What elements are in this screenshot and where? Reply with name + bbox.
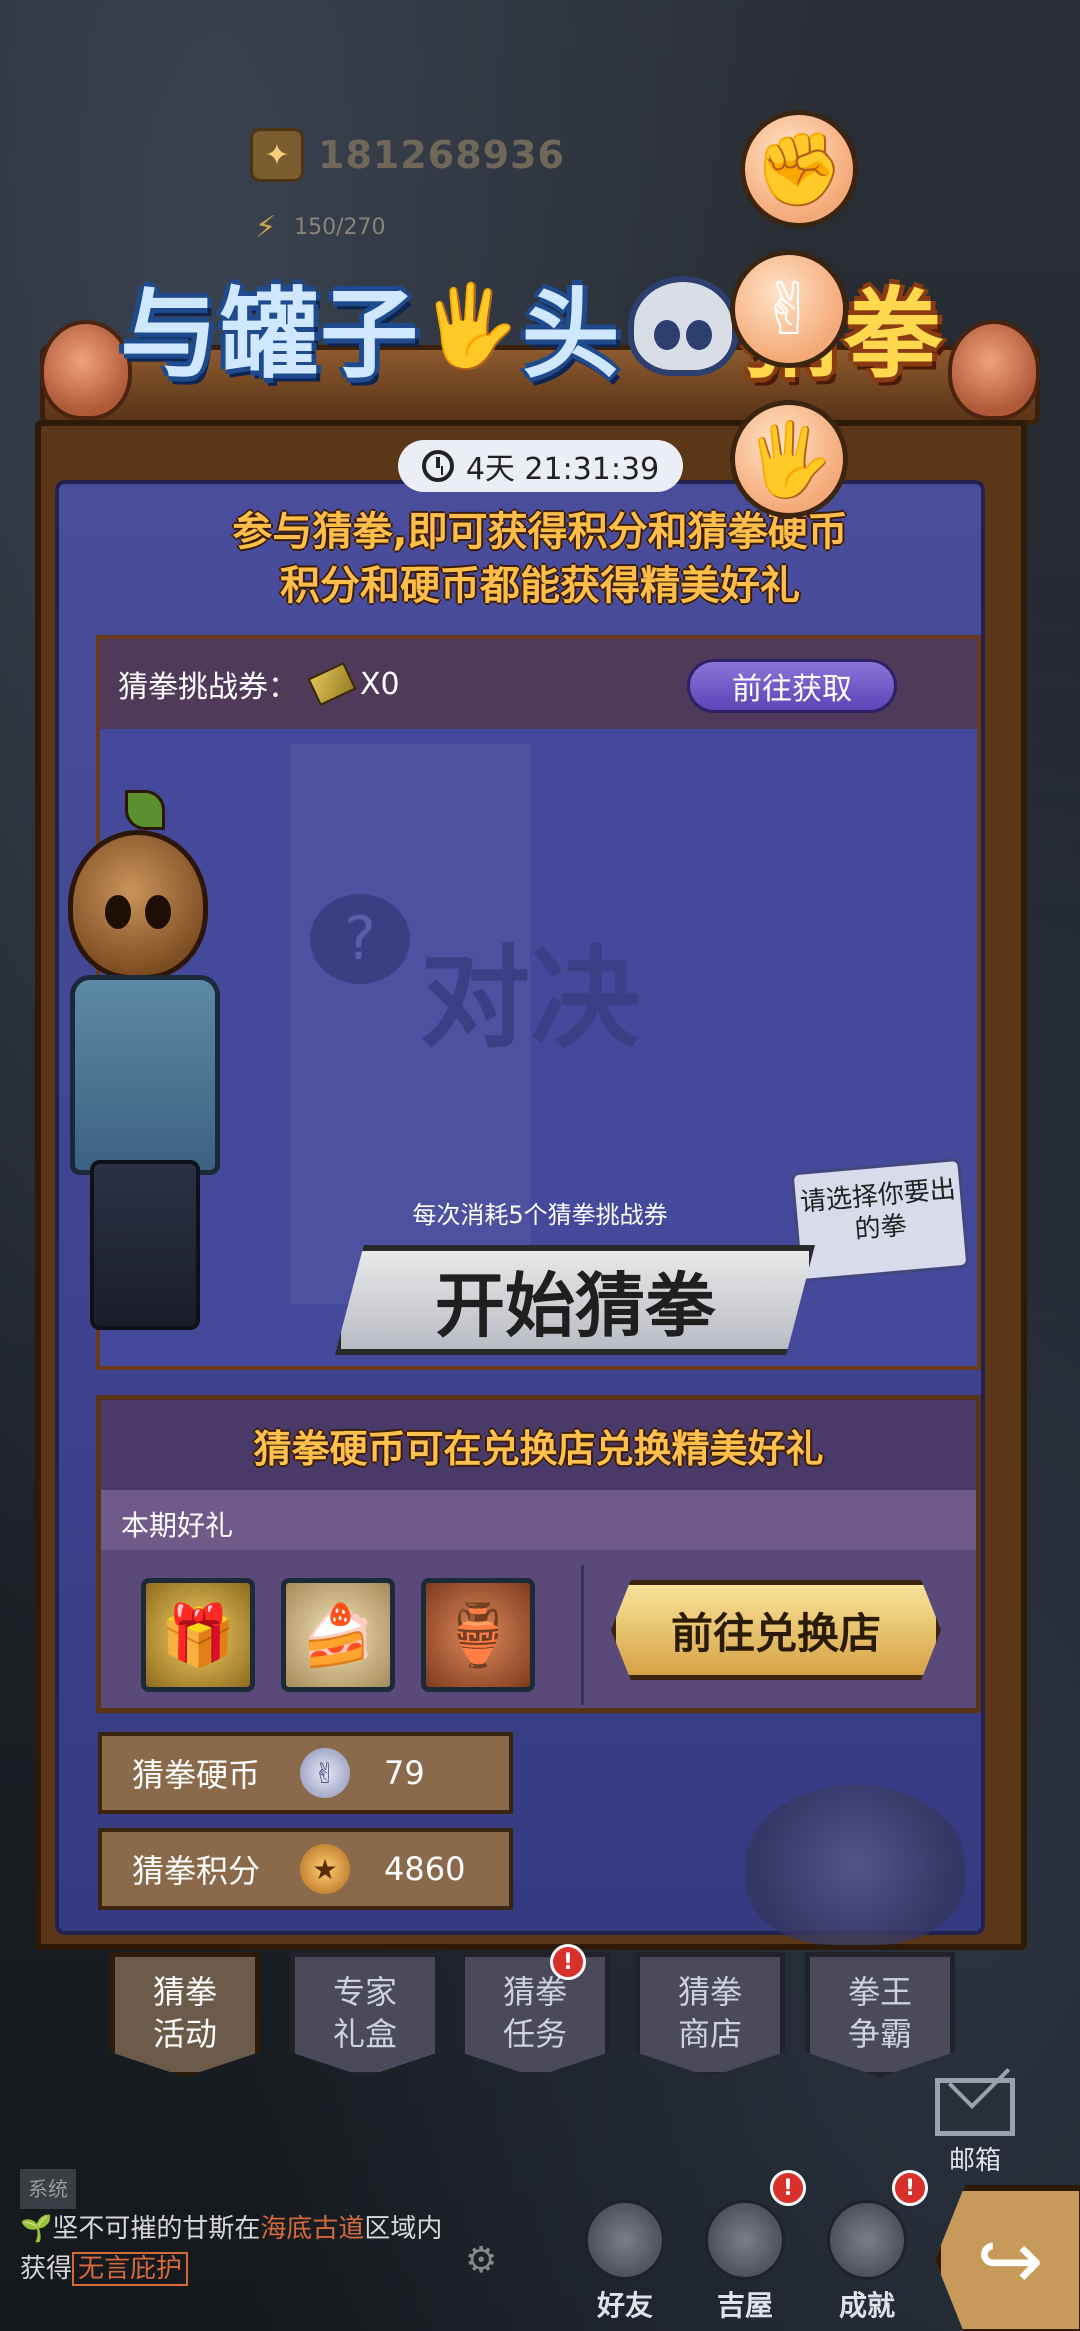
chat-item: 无言庇护: [72, 2252, 189, 2286]
character-head: [68, 830, 208, 980]
title-part-2: 头: [521, 278, 622, 392]
trophy-icon: [827, 2200, 907, 2280]
tab-label-line2: 商店: [677, 2015, 742, 2053]
intro-line-1: 参与猜拳,即可获得积分和猜拳硬币: [232, 509, 848, 555]
paper-hand-button[interactable]: 🖐: [730, 400, 848, 518]
countdown-text: 4天 21:31:39: [465, 452, 660, 487]
tab-label-line1: 专家: [332, 1973, 397, 2011]
tab-label-line1: 猜拳: [152, 1973, 217, 2011]
jar-skull-icon: [627, 276, 738, 376]
nav-achievements-label: 成就: [838, 2289, 895, 2322]
tab-label-line1: 猜拳: [677, 1973, 742, 2011]
tab-rps-tasks[interactable]: 猜拳 任务: [460, 1952, 610, 2077]
score-stat: 猜拳积分 ★ 4860: [98, 1828, 513, 1910]
chat-place: 海底古道: [260, 2214, 365, 2244]
paper-hand-icon: 🖐: [420, 279, 522, 372]
exchange-body: 🎁 🍰 🏺 前往兑换店: [101, 1550, 976, 1708]
character-body: [70, 975, 220, 1175]
get-tickets-button[interactable]: 前往获取: [687, 659, 897, 713]
exchange-header: 猜拳硬币可在兑换店兑换精美好礼: [101, 1400, 976, 1490]
tab-fist-king[interactable]: 拳王 争霸: [805, 1952, 955, 2077]
alert-badge: !: [770, 2170, 806, 2206]
tab-label-line2: 任务: [502, 2015, 567, 2053]
nav-house[interactable]: 吉屋 !: [690, 2170, 806, 2322]
tab-label-line2: 争霸: [847, 2015, 912, 2053]
gift-item-chest-icon[interactable]: 🎁: [141, 1578, 255, 1692]
friends-icon: [585, 2200, 665, 2280]
currency-display: ✦ 181268936: [250, 128, 565, 182]
coin-stat-label: 猜拳硬币: [132, 1756, 261, 1794]
jar-icon: [40, 320, 132, 420]
tab-rps-shop[interactable]: 猜拳 商店: [635, 1952, 785, 2077]
tab-bar: 猜拳 活动 专家 礼盒 猜拳 任务 猜拳 商店 拳王 争霸 !: [110, 1944, 1010, 2082]
gift-item-cake-icon[interactable]: 🍰: [281, 1578, 395, 1692]
countdown-timer: 4天 21:31:39: [398, 440, 683, 492]
house-icon: [705, 2200, 785, 2280]
alert-badge: !: [892, 2170, 928, 2206]
tab-label-line2: 礼盒: [332, 2015, 397, 2053]
nav-friends[interactable]: 好友: [570, 2200, 680, 2322]
clock-icon: [421, 450, 454, 482]
mail-button[interactable]: 邮箱: [930, 2078, 1020, 2177]
scissors-hand-button[interactable]: ✌: [730, 250, 848, 368]
decorative-jar: [745, 1785, 965, 1945]
sprout-icon: [125, 790, 165, 830]
duel-watermark: 对决: [420, 935, 640, 1063]
sprout-icon: 🌱: [20, 2214, 53, 2244]
tab-rps-event[interactable]: 猜拳 活动: [110, 1952, 260, 2077]
coin-icon: ✦: [250, 128, 304, 182]
intro-line-2: 积分和硬币都能获得精美好礼: [280, 563, 800, 609]
ticket-label: 猜拳挑战券：: [118, 670, 298, 705]
system-chat[interactable]: 系统 🌱坚不可摧的甘斯在海底古道区域内获得 无言庇护: [20, 2168, 460, 2289]
title-part-1: 与罐子: [120, 278, 421, 392]
start-button[interactable]: 开始猜拳: [335, 1245, 815, 1355]
rock-hand-button[interactable]: ✊: [740, 110, 858, 228]
chat-prefix: 坚不可摧的甘斯在: [52, 2214, 261, 2244]
jar-icon: [948, 320, 1040, 420]
alert-badge: !: [550, 1944, 586, 1980]
intro-text: 参与猜拳,即可获得积分和猜拳硬币 积分和硬币都能获得精美好礼: [100, 505, 980, 613]
rps-coin-icon: ✌: [300, 1748, 351, 1798]
tab-expert-giftbox[interactable]: 专家 礼盒: [290, 1952, 440, 2077]
score-stat-label: 猜拳积分: [132, 1852, 261, 1890]
mail-label: 邮箱: [948, 2146, 1001, 2176]
currency-value: 181268936: [318, 133, 565, 177]
nav-friends-label: 好友: [596, 2289, 653, 2322]
tab-label-line1: 猜拳: [502, 1973, 567, 2011]
score-stat-value: 4860: [384, 1850, 466, 1888]
jarhead-character: [40, 790, 290, 1350]
forward-arrow-button[interactable]: ↪: [935, 2185, 1080, 2331]
gift-item-jar-icon[interactable]: 🏺: [421, 1578, 535, 1692]
mystery-hand-icon: ?: [310, 894, 410, 984]
mail-icon: [935, 2078, 1015, 2136]
star-icon: ★: [300, 1844, 351, 1894]
ticket-bar: 猜拳挑战券： X0 前往获取: [100, 639, 977, 729]
coin-stat-value: 79: [384, 1754, 425, 1792]
tab-label-line2: 活动: [152, 2015, 217, 2053]
coin-stat: 猜拳硬币 ✌ 79: [98, 1732, 513, 1814]
chat-tag: 系统: [20, 2169, 76, 2209]
gear-icon[interactable]: ⚙: [465, 2240, 497, 2281]
divider: [581, 1565, 584, 1705]
choose-hint: 请选择你要出的拳: [790, 1157, 970, 1283]
exchange-panel: 猜拳硬币可在兑换店兑换精美好礼 本期好礼 🎁 🍰 🏺 前往兑换店: [96, 1395, 981, 1713]
exchange-shop-button[interactable]: 前往兑换店: [611, 1580, 941, 1680]
ticket-icon: [307, 661, 357, 707]
ticket-count: X0: [360, 666, 400, 702]
character-legs: [90, 1160, 200, 1330]
event-banner: 与罐子 🖐 头 猜拳: [40, 225, 1040, 435]
exchange-subheader: 本期好礼: [101, 1490, 976, 1550]
nav-achievements[interactable]: 成就 !: [812, 2170, 928, 2322]
tab-label-line1: 拳王: [847, 1973, 912, 2011]
nav-house-label: 吉屋: [716, 2289, 773, 2322]
